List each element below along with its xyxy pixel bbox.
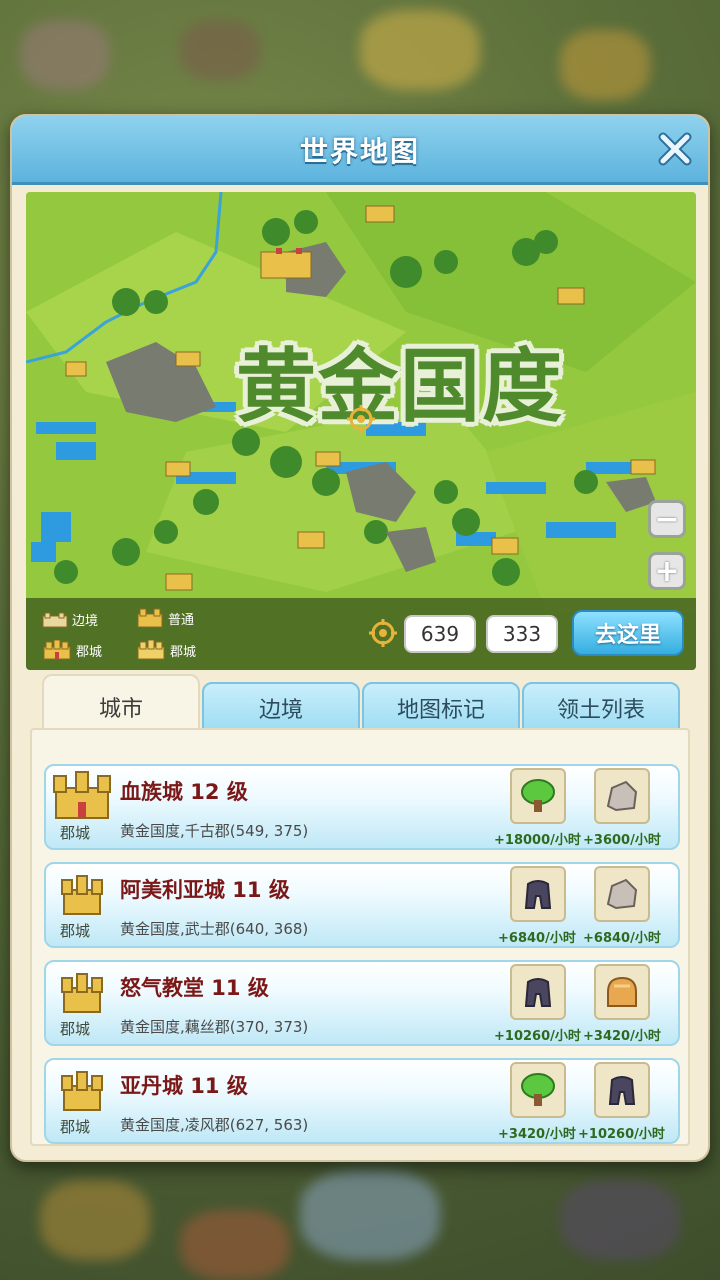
city-list: 郡城 血族城 12 级 黄金国度,千古郡(549, 375) +18000/小时… bbox=[30, 728, 690, 1146]
iron-icon bbox=[608, 1076, 636, 1105]
resource-rate: +6840/小时 bbox=[498, 931, 576, 946]
city-row[interactable]: 郡城 亚丹城 11 级 黄金国度,凌风郡(627, 563) +3420/小时 … bbox=[44, 1058, 680, 1144]
county-city-icon bbox=[61, 1071, 103, 1111]
city-type: 郡城 bbox=[60, 1118, 91, 1136]
tab-map-markers[interactable]: 地图标记 bbox=[362, 682, 520, 734]
legend-label: 普通 bbox=[168, 612, 195, 628]
city-row[interactable]: 郡城 血族城 12 级 黄金国度,千古郡(549, 375) +18000/小时… bbox=[44, 764, 680, 850]
city-type: 郡城 bbox=[60, 922, 91, 940]
wood-icon bbox=[521, 1073, 555, 1106]
resource-slot bbox=[594, 866, 650, 922]
county-city-icon bbox=[61, 973, 103, 1013]
resource-rate: +18000/小时 bbox=[494, 833, 581, 848]
resource-slot bbox=[510, 1062, 566, 1118]
city-location: 黄金国度,凌风郡(627, 563) bbox=[120, 1116, 309, 1134]
normal-city-icon bbox=[137, 608, 163, 628]
city-location: 黄金国度,武士郡(640, 368) bbox=[120, 920, 309, 938]
iron-icon bbox=[524, 880, 552, 909]
county-city-icon bbox=[43, 640, 71, 660]
city-row[interactable]: 郡城 阿美利亚城 11 级 黄金国度,武士郡(640, 368) +6840/小… bbox=[44, 862, 680, 948]
resource-rate: +10260/小时 bbox=[494, 1029, 581, 1044]
resource-rate: +6840/小时 bbox=[583, 931, 661, 946]
bread-icon bbox=[607, 976, 637, 1007]
legend-label: 边境 bbox=[72, 614, 99, 629]
resource-slot bbox=[510, 964, 566, 1020]
city-location: 黄金国度,千古郡(549, 375) bbox=[120, 822, 309, 840]
resource-slot bbox=[594, 768, 650, 824]
go-here-button[interactable]: 去这里 bbox=[572, 610, 684, 656]
resource-rate: +3420/小时 bbox=[583, 1029, 661, 1044]
city-row[interactable]: 郡城 怒气教堂 11 级 黄金国度,藕丝郡(370, 373) +10260/小… bbox=[44, 960, 680, 1046]
world-map-view[interactable]: 黄金国度 − + 边境 普通 郡城 郡城 639 333 去这里 bbox=[26, 192, 696, 670]
close-button[interactable] bbox=[652, 126, 698, 172]
resource-slot bbox=[510, 866, 566, 922]
iron-icon bbox=[524, 978, 552, 1007]
map-region-name: 黄金国度 bbox=[236, 340, 564, 433]
coord-y-input[interactable]: 333 bbox=[486, 615, 558, 653]
legend-label: 郡城 bbox=[170, 644, 197, 660]
legend-border: 边境 bbox=[42, 610, 98, 629]
close-icon bbox=[658, 132, 692, 166]
county-city-icon bbox=[53, 771, 111, 819]
world-map-dialog: 世界地图 黄金国度 − + 边境 普通 郡城 郡城 639 333 去这里 城市… bbox=[10, 114, 710, 1162]
resource-rate: +3600/小时 bbox=[583, 833, 661, 848]
legend-county-alt: 郡城 bbox=[136, 640, 196, 660]
tab-territory-list[interactable]: 领土列表 bbox=[522, 682, 680, 734]
county-city-alt-icon bbox=[137, 640, 165, 660]
county-city-icon bbox=[61, 875, 103, 915]
city-name: 阿美利亚城 11 级 bbox=[120, 878, 290, 902]
wood-icon bbox=[521, 779, 555, 812]
legend-normal: 普通 bbox=[136, 608, 194, 628]
locate-target-icon[interactable] bbox=[368, 618, 398, 648]
stone-icon bbox=[606, 878, 638, 910]
resource-slot bbox=[594, 1062, 650, 1118]
resource-rate: +3420/小时 bbox=[498, 1127, 576, 1142]
stone-icon bbox=[606, 780, 638, 812]
legend-county: 郡城 bbox=[42, 640, 102, 660]
city-type: 郡城 bbox=[60, 1020, 91, 1038]
city-type: 郡城 bbox=[60, 824, 91, 842]
map-footer-bar: 边境 普通 郡城 郡城 639 333 去这里 bbox=[26, 598, 696, 670]
dialog-title: 世界地图 bbox=[299, 135, 420, 168]
title-bar: 世界地图 bbox=[12, 116, 708, 185]
city-location: 黄金国度,藕丝郡(370, 373) bbox=[120, 1018, 309, 1036]
resource-rate: +10260/小时 bbox=[578, 1127, 665, 1142]
resource-slot bbox=[594, 964, 650, 1020]
map-location-marker-icon bbox=[347, 405, 375, 433]
coord-x-input[interactable]: 639 bbox=[404, 615, 476, 653]
city-name: 血族城 12 级 bbox=[120, 780, 248, 804]
city-name: 怒气教堂 11 级 bbox=[120, 976, 269, 1000]
resource-slot bbox=[510, 768, 566, 824]
legend-label: 郡城 bbox=[76, 644, 103, 660]
tab-border[interactable]: 边境 bbox=[202, 682, 360, 734]
city-name: 亚丹城 11 级 bbox=[120, 1074, 248, 1098]
zoom-out-button[interactable]: − bbox=[648, 500, 686, 538]
zoom-in-button[interactable]: + bbox=[648, 552, 686, 590]
border-city-icon bbox=[42, 612, 68, 627]
